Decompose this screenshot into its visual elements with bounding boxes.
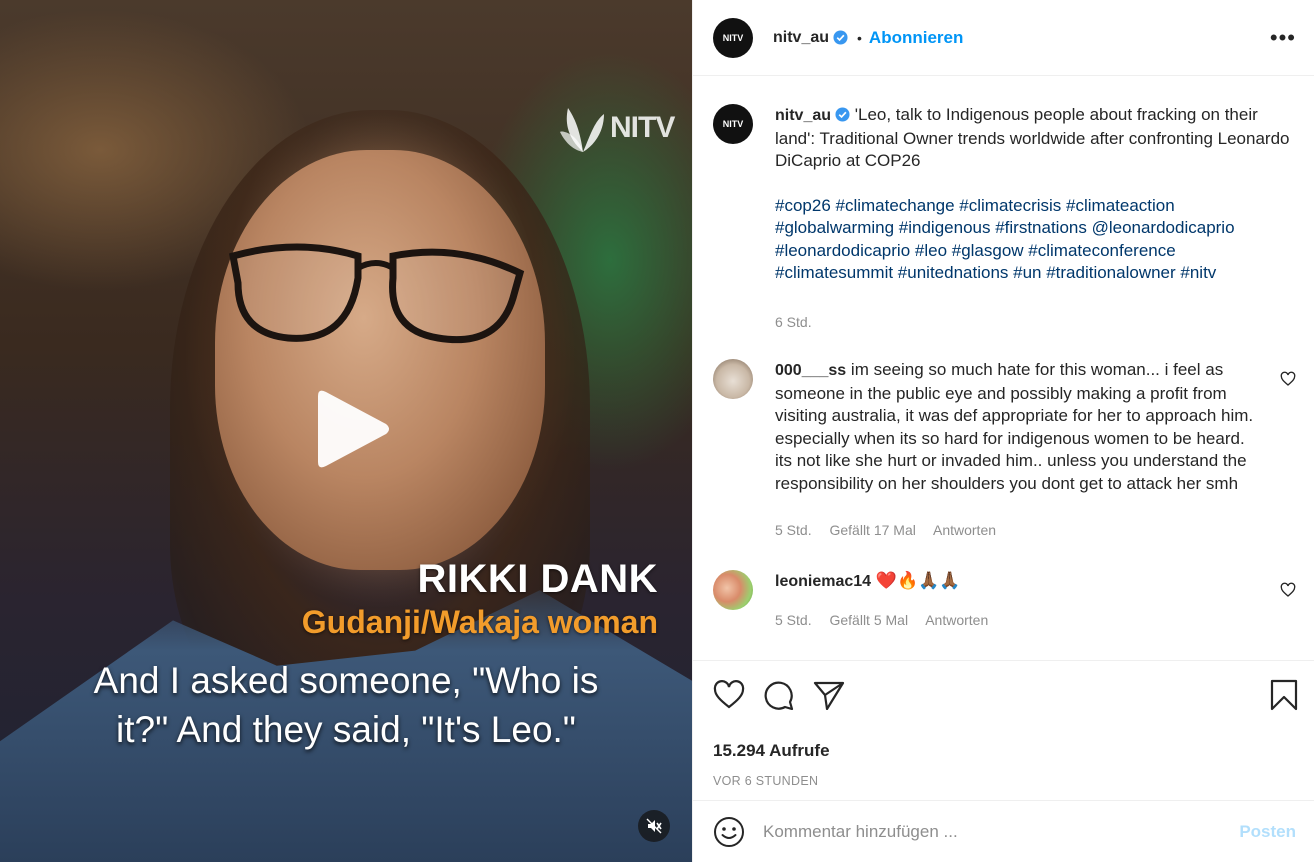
caption-username[interactable]: nitv_au [775,107,831,124]
play-icon[interactable] [312,388,392,470]
action-icons [713,679,1298,711]
post-comment-button[interactable]: Posten [1239,822,1296,842]
comment-like-heart-icon[interactable] [1280,582,1296,598]
speaker-role: Gudanji/Wakaja woman [301,604,658,640]
video-frame-glasses [228,243,525,344]
video-frame-face [215,150,545,570]
video-player[interactable]: NITV RIKKI DANK Gudanji/Wakaja woman And… [0,0,692,862]
avatar[interactable]: NITV [713,17,753,58]
separator-dot: • [857,29,862,46]
avatar-label: NITV [722,119,744,129]
comment-text: ❤️🔥🙏🏾🙏🏾 [875,570,961,590]
post-caption: NITV nitv_au 'Leo, talk to Indigenous pe… [713,104,1296,333]
comment-body: 000___ss im seeing so much hate for this… [775,359,1266,542]
mute-icon [646,818,662,834]
comment-likes[interactable]: Gefällt 5 Mal [829,612,908,628]
comment-like-heart-icon[interactable] [1280,371,1296,387]
comment-username[interactable]: leoniemac14 [775,573,871,590]
avatar[interactable] [713,569,753,610]
comment-likes[interactable]: Gefällt 17 Mal [829,522,915,538]
comment-reply-button[interactable]: Antworten [933,522,996,538]
add-comment-bar: Kommentar hinzufügen ... Posten [693,800,1314,862]
subtitle-line-1: And I asked someone, "Who is [93,660,599,701]
video-subtitles: And I asked someone, "Who is it?" And th… [0,656,692,754]
comment-time[interactable]: 5 Std. [775,522,812,538]
post-dialog: NITV RIKKI DANK Gudanji/Wakaja woman And… [0,0,1315,862]
comment-text: im seeing so much hate for this woman...… [775,360,1254,493]
caption-time[interactable]: 6 Std. [775,314,812,330]
nitv-logo-icon [560,108,604,152]
comment-reply-button[interactable]: Antworten [925,612,988,628]
comment-time[interactable]: 5 Std. [775,612,812,628]
more-options-icon[interactable]: ••• [1270,25,1296,51]
header-user: nitv_au • Abonnieren [773,28,963,48]
caption-text: 'Leo, talk to Indigenous people about fr… [775,105,1290,170]
speaker-name: RIKKI DANK [417,557,658,601]
watermark-text: NITV [610,111,675,144]
share-icon[interactable] [813,680,845,710]
comment-input[interactable]: Kommentar hinzufügen ... [763,822,1239,842]
comment-item: leoniemac14 ❤️🔥🙏🏾🙏🏾 5 Std. Gefällt 5 Mal… [713,569,1296,632]
emoji-icon[interactable] [713,816,745,848]
caption-hashtags[interactable]: #cop26 #climatechange #climatecrisis #cl… [775,195,1296,285]
post-time-ago[interactable]: VOR 6 STUNDEN [713,774,1298,788]
subtitle-line-2: it?" And they said, "It's Leo." [116,709,576,750]
post-actions: 15.294 Aufrufe VOR 6 STUNDEN [693,660,1314,800]
post-header: NITV nitv_au • Abonnieren ••• [693,0,1314,76]
comment-icon[interactable] [763,680,795,710]
username-link[interactable]: nitv_au [773,29,829,47]
comment-meta: 5 Std. Gefällt 17 Mal Antworten [775,519,1266,542]
nitv-watermark: NITV [560,100,675,156]
avatar[interactable] [713,359,753,399]
caption-meta: 6 Std. [775,311,1296,334]
caption-body: nitv_au 'Leo, talk to Indigenous people … [775,104,1296,333]
heart-icon[interactable] [713,680,745,710]
bookmark-icon[interactable] [1270,679,1298,711]
lower-third: RIKKI DANK Gudanji/Wakaja woman [302,556,658,642]
verified-badge-icon [833,30,848,45]
comments-list: NITV nitv_au 'Leo, talk to Indigenous pe… [693,76,1314,658]
view-count[interactable]: 15.294 Aufrufe [713,741,1298,761]
post-sidebar: NITV nitv_au • Abonnieren ••• NITV nitv_… [692,0,1314,862]
comment-meta: 5 Std. Gefällt 5 Mal Antworten [775,609,1266,632]
follow-button[interactable]: Abonnieren [869,28,963,48]
avatar-label: NITV [722,32,744,43]
verified-badge-icon [835,107,850,122]
avatar[interactable]: NITV [713,104,753,144]
mute-button[interactable] [638,810,670,842]
comment-item: 000___ss im seeing so much hate for this… [713,359,1296,542]
comment-username[interactable]: 000___ss [775,362,846,379]
comment-body: leoniemac14 ❤️🔥🙏🏾🙏🏾 5 Std. Gefällt 5 Mal… [775,570,1266,632]
